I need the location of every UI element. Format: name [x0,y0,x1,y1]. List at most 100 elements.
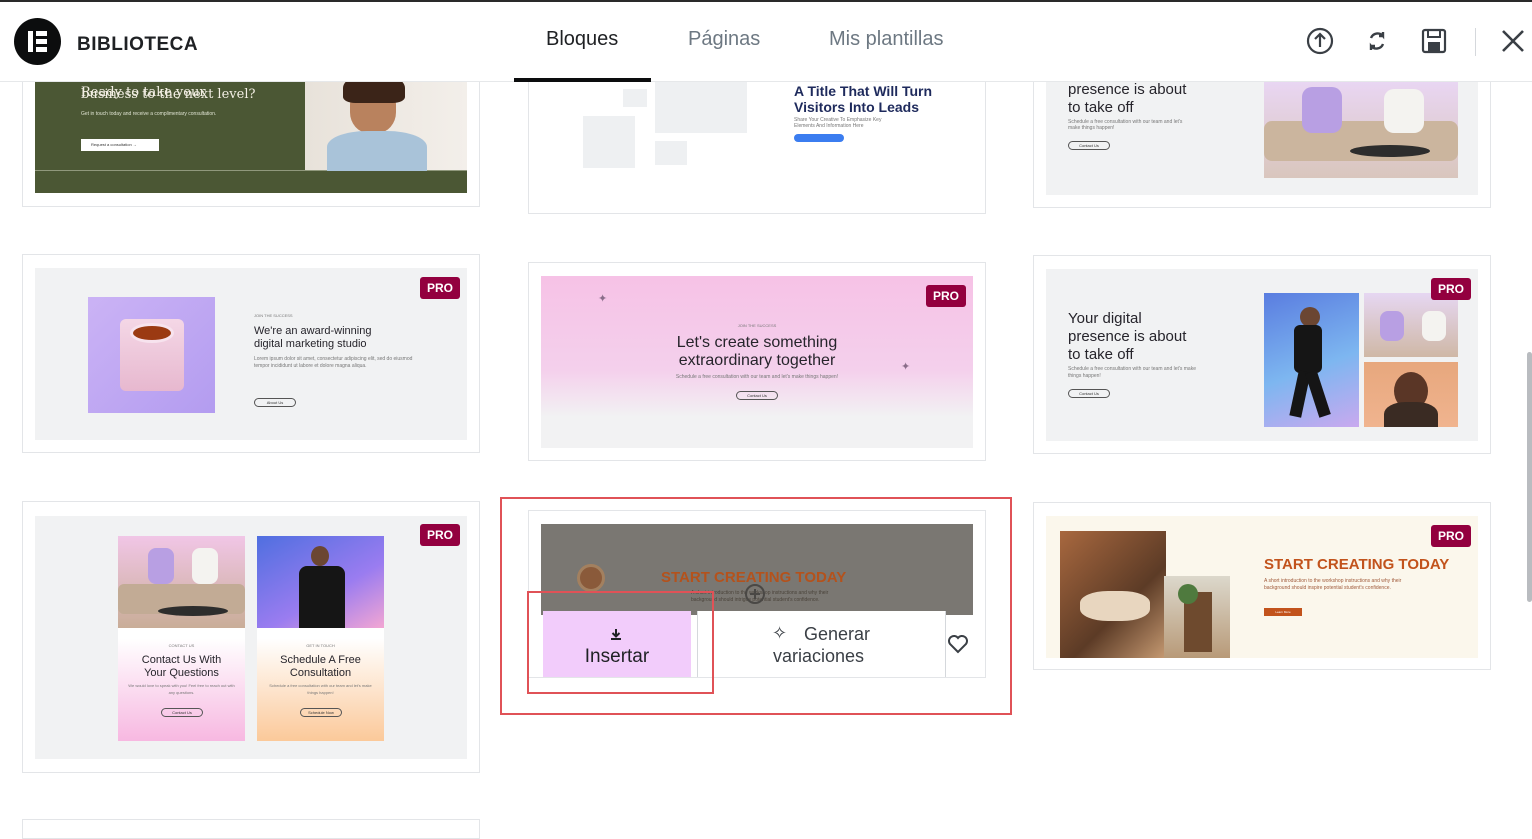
block-card-consultation[interactable]: Ready to take your business to the next … [22,60,480,207]
pro-badge: PRO [420,277,461,299]
preview-heading-3: to take off [1068,346,1134,363]
plant-photo [1164,576,1230,658]
panel-heading: Contact Us With [141,654,222,666]
preview-heading: Your digital [1068,310,1142,327]
heart-favorite-icon[interactable] [947,634,969,654]
save-icon[interactable] [1419,26,1449,56]
block-preview: Your digital presence is about to take o… [1046,269,1478,441]
close-icon[interactable] [1498,26,1528,56]
block-card-award-studio[interactable]: JOIN THE SUCCESS We're an award-winning … [22,254,480,453]
preview-text-2: background should inspire potential stud… [1264,585,1391,591]
preview-button: Contact Us [736,391,778,400]
pro-badge: PRO [420,524,461,546]
preview-text: A short introduction to the workshop ins… [1264,578,1402,584]
preview-heading-2: to take off [1068,99,1134,116]
preview-heading-2: presence is about [1068,328,1187,345]
insert-label: Insertar [584,646,650,667]
button-divider [945,611,946,677]
preview-text: Schedule a free consultation with our te… [675,374,839,380]
sparkle-ai-icon: ✧ [772,623,788,643]
preview-button: Contact Us [1068,389,1110,398]
block-card-leads[interactable]: A Title That Will Turn Visitors Into Lea… [528,60,986,214]
active-tab-indicator [514,78,651,82]
block-preview: A Title That Will Turn Visitors Into Lea… [541,81,973,199]
download-icon [611,629,621,640]
block-card-start-creating-hovered[interactable]: START CREATING TODAY A short introductio… [528,510,986,678]
panel-button: Contact Us [161,708,203,717]
elementor-logo-icon [14,18,61,65]
schedule-panel: GET IN TOUCH Schedule A Free Consultatio… [257,536,384,741]
block-card-extraordinary[interactable]: ✦ ✦ JOIN THE SUCCESS Let's create someth… [528,262,986,461]
preview-heading-2: business to the next level? [81,87,256,102]
library-header: BIBLIOTECA Bloques Páginas Mis plantilla… [0,2,1532,82]
panel-heading-2: Your Questions [144,667,219,679]
woodwork-photo [1060,531,1166,658]
couple-photo [1364,293,1458,357]
dancer-photo [257,536,384,628]
preview-text-2: make things happen! [1068,125,1115,131]
block-preview: Ready to take your business to the next … [35,81,467,193]
preview-button: About Us [254,398,296,407]
couple-photo [1264,81,1458,178]
preview-text: Get in touch today and receive a complim… [81,111,217,117]
preview-heading-2: digital marketing studio [254,338,367,350]
headphones-photo [1364,362,1458,427]
block-preview: presence is about to take off Schedule a… [1046,81,1478,195]
preview-eyebrow: JOIN THE SUCCESS [737,323,777,328]
block-preview: CONTACT US Contact Us With Your Question… [35,516,467,759]
preview-heading: Let's create something [676,334,838,351]
portrait-photo [305,81,467,171]
upload-icon[interactable] [1305,26,1335,56]
block-card-start-creating[interactable]: START CREATING TODAY A short introductio… [1033,502,1491,670]
panel-eyebrow: GET IN TOUCH [306,643,335,648]
dancer-photo [1264,293,1359,427]
panel-text: Schedule a free consultation with our te… [269,683,372,695]
preview-button [794,134,844,142]
preview-heading: presence is about [1068,81,1187,98]
preview-button: Contact Us [1068,141,1110,150]
sparkle-icon: ✦ [598,293,608,305]
block-card-presence-top[interactable]: presence is about to take off Schedule a… [1033,60,1491,208]
preview-button: Learn More [1264,608,1302,616]
preview-text: Lorem ipsum dolor sit amet, consectetur … [254,356,413,369]
contact-panel: CONTACT US Contact Us With Your Question… [118,536,245,741]
preview-heading-2: Visitors Into Leads [794,99,919,115]
preview-heading: We're an award-winning [254,325,372,337]
sync-icon[interactable] [1362,26,1392,56]
preview-eyebrow: JOIN THE SUCCESS [254,313,293,318]
preview-heading: A Title That Will Turn [794,83,933,99]
block-preview: START CREATING TODAY A short introductio… [541,524,973,615]
preview-heading-2: extraordinary together [678,352,836,369]
block-card-contact-schedule[interactable]: CONTACT US Contact Us With Your Question… [22,501,480,773]
cube-image [88,297,215,413]
block-preview: ✦ ✦ JOIN THE SUCCESS Let's create someth… [541,276,973,448]
tab-paginas[interactable]: Páginas [688,28,760,51]
preview-text: Schedule a free consultation with our te… [1068,366,1196,379]
panel-heading-2: Consultation [289,667,352,679]
tab-mis-plantillas[interactable]: Mis plantillas [829,28,943,51]
scrollbar-thumb[interactable] [1527,352,1532,602]
pro-badge: PRO [1431,278,1472,300]
panel-heading: Schedule A Free [280,654,361,666]
tab-bloques[interactable]: Bloques [546,28,618,51]
block-preview: START CREATING TODAY A short introductio… [1046,516,1478,658]
panel-text: We would love to speak with you! Feel fr… [128,683,235,695]
preview-heading: START CREATING TODAY [1264,556,1450,573]
library-title: BIBLIOTECA [77,34,199,55]
header-divider [1475,28,1476,56]
block-preview: JOIN THE SUCCESS We're an award-winning … [35,268,467,440]
scrollbar[interactable] [1526,82,1532,825]
insert-button[interactable]: Insertar [543,611,691,677]
block-card-presence[interactable]: Your digital presence is about to take o… [1033,255,1491,454]
preview-logo [577,564,605,592]
add-circle-icon [745,584,765,604]
couple-photo [118,536,245,628]
generate-label: Generar [804,624,871,644]
preview-text-2: Elements And Information Here [794,123,864,129]
generate-variations-button[interactable]: ✧ Generar variaciones [698,611,945,677]
generate-label-2: variaciones [773,646,865,666]
panel-button: Schedule Now [300,708,342,717]
panel-eyebrow: CONTACT US [168,643,195,648]
block-card-partial[interactable] [22,819,480,839]
pro-badge: PRO [926,285,967,307]
